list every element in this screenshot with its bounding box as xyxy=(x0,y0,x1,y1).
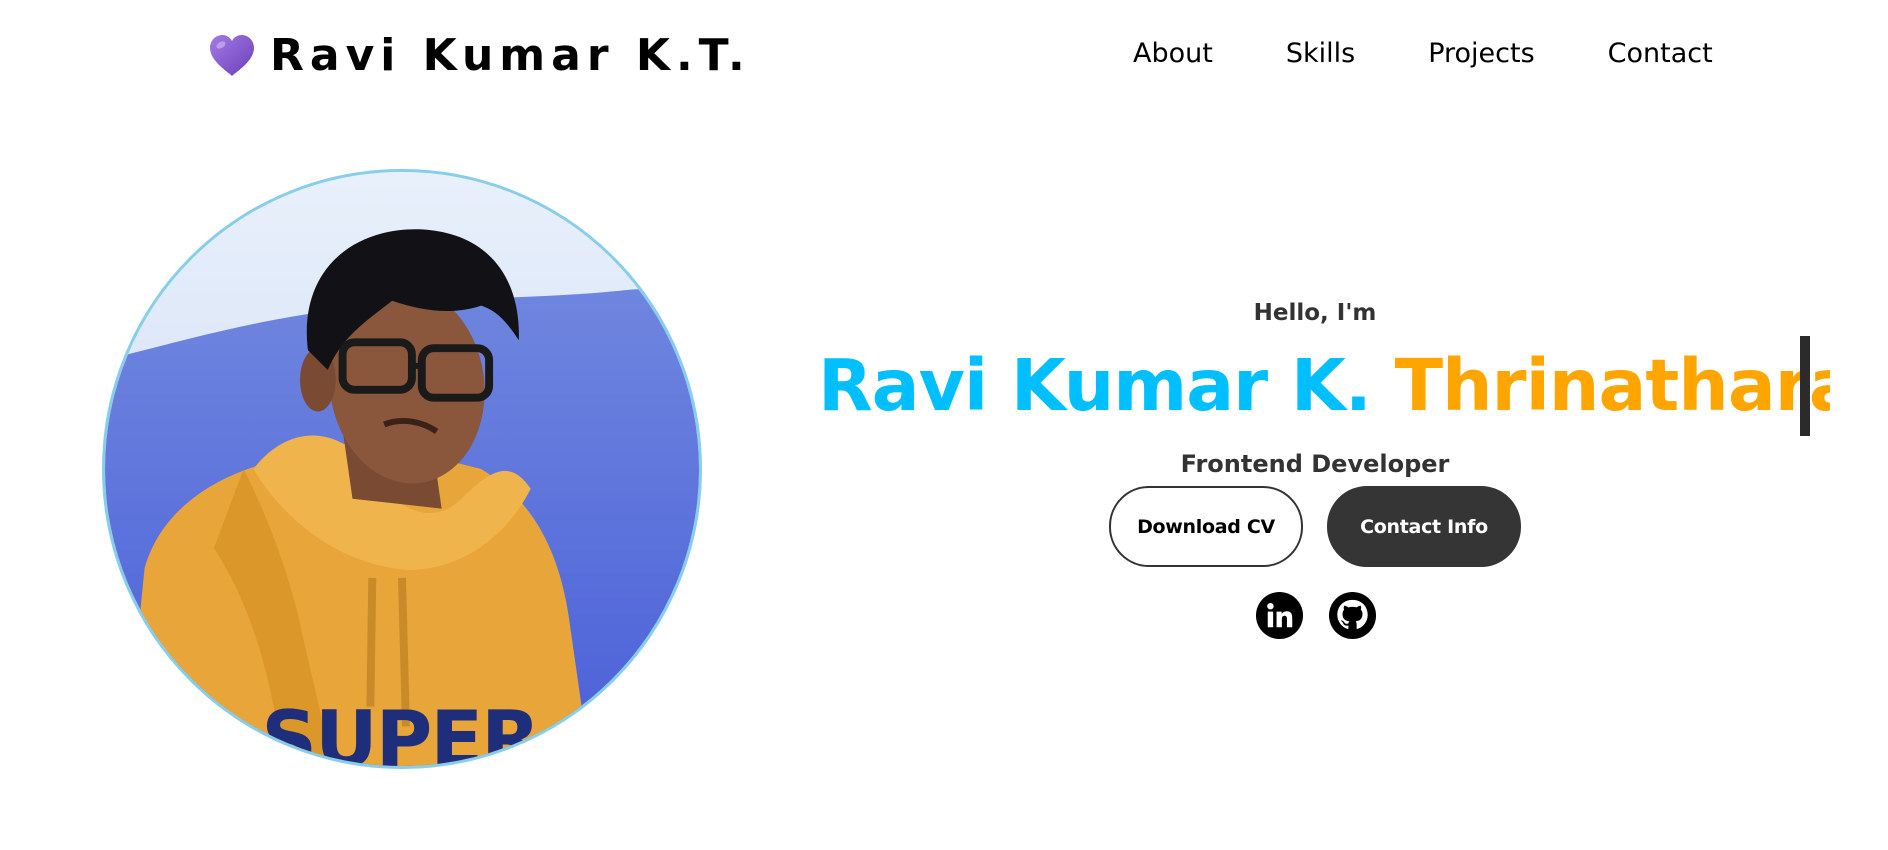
profile-photo-illustration: SUPER xyxy=(105,172,699,766)
hero-section: Hello, I'm Ravi Kumar K. Thrinatharao Fr… xyxy=(800,300,1830,640)
hero-buttons: Download CV Contact Info xyxy=(800,486,1830,567)
social-links xyxy=(800,591,1830,640)
hero-name-last: Thrinatharao xyxy=(1394,344,1830,427)
purple-heart-icon xyxy=(210,34,254,76)
hero-name-first: Ravi Kumar K. xyxy=(818,344,1372,427)
profile-photo: SUPER xyxy=(102,169,702,769)
site-logo[interactable]: Ravi Kumar K.T. xyxy=(208,30,751,81)
nav-link-skills[interactable]: Skills xyxy=(1286,38,1355,69)
portfolio-page: Ravi Kumar K.T. About Skills Projects Co… xyxy=(0,0,1888,850)
greeting-text: Hello, I'm xyxy=(1253,300,1377,326)
download-cv-button[interactable]: Download CV xyxy=(1109,486,1303,567)
linkedin-icon[interactable] xyxy=(1255,591,1304,640)
logo-text: Ravi Kumar K.T. xyxy=(270,30,751,81)
contact-info-button[interactable]: Contact Info xyxy=(1327,486,1521,567)
main-nav: About Skills Projects Contact xyxy=(1133,38,1713,69)
svg-text:SUPER: SUPER xyxy=(261,695,539,766)
nav-link-contact[interactable]: Contact xyxy=(1608,38,1713,69)
role-text: Frontend Developer xyxy=(1180,450,1450,478)
github-icon[interactable] xyxy=(1328,591,1377,640)
nav-link-about[interactable]: About xyxy=(1133,38,1213,69)
hero-name: Ravi Kumar K. Thrinatharao xyxy=(800,336,1830,436)
typing-cursor xyxy=(1800,336,1810,436)
nav-link-projects[interactable]: Projects xyxy=(1428,38,1534,69)
